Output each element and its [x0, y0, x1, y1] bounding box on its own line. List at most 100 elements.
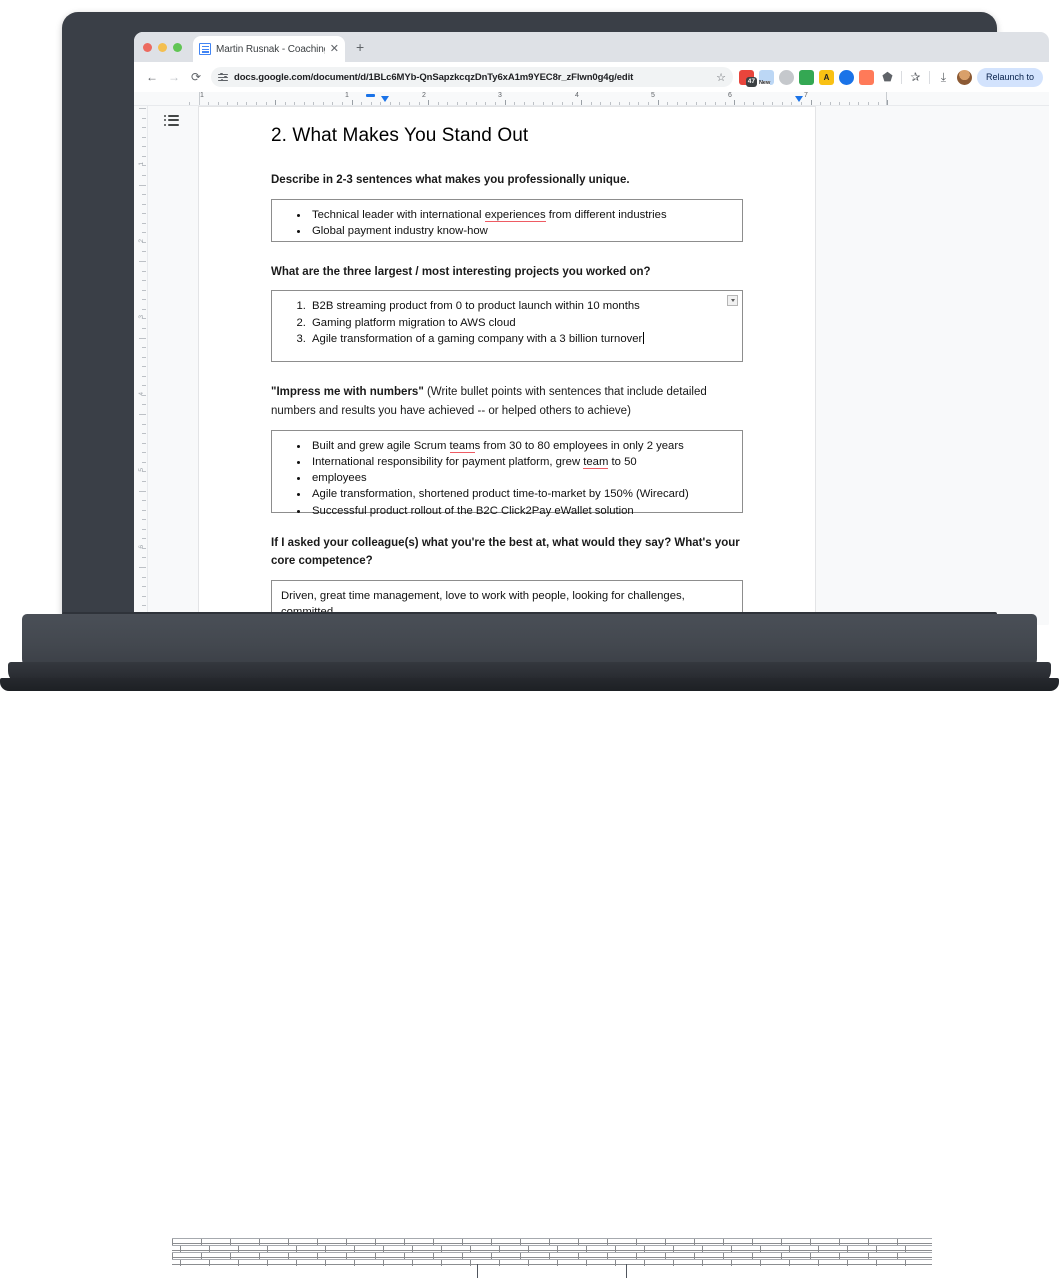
close-window-button[interactable] — [143, 43, 152, 52]
ruler-tick — [619, 102, 621, 105]
ruler-tick — [801, 102, 802, 105]
question-section-competence: If I asked your colleague(s) what you're… — [271, 536, 740, 568]
ruler-tick — [139, 337, 146, 339]
relaunch-button[interactable]: Relaunch to — [976, 67, 1043, 87]
ruler-tick — [887, 100, 889, 105]
horizontal-ruler[interactable]: 1 1 2 3 4 5 6 7 — [134, 92, 1049, 106]
address-bar[interactable]: docs.google.com/document/d/1BLc6MYb-QnSa… — [211, 67, 733, 87]
indent-marker[interactable] — [381, 96, 389, 102]
user-avatar[interactable] — [956, 69, 972, 85]
box-dropdown-icon[interactable] — [727, 295, 738, 307]
ruler-number: 4 — [575, 92, 579, 99]
spellcheck-underline: experiences — [484, 208, 546, 223]
ruler-tick — [686, 102, 688, 105]
ruler-tick — [858, 102, 860, 105]
window-controls — [143, 43, 182, 52]
extension-gray-circle[interactable] — [778, 69, 794, 85]
ruler-tick — [772, 102, 774, 105]
ruler-tick — [139, 414, 146, 415]
laptop-screen: Martin Rusnak - Coaching Wo ✕ + ← → ⟳ do… — [134, 32, 1049, 625]
ruler-number: 3 — [498, 92, 502, 99]
ruler-tick — [275, 100, 277, 105]
ruler-margin-line — [199, 92, 200, 105]
ruler-tick — [142, 404, 146, 406]
document-body[interactable]: 2. What Makes You Stand Out Describe in 2… — [199, 107, 815, 622]
ruler-number: 1 — [138, 162, 145, 166]
ruler-tick — [139, 567, 146, 568]
bookmark-star-icon[interactable]: ☆ — [716, 71, 726, 84]
ruler-tick — [609, 102, 611, 105]
ruler-tick — [514, 102, 516, 105]
keyboard-row — [172, 1252, 932, 1259]
ruler-tick — [142, 519, 146, 521]
ruler-tick — [581, 100, 583, 105]
extensions-puzzle-icon[interactable]: ⬟ — [879, 69, 896, 86]
docs-editor-canvas: 1 1 2 3 4 5 6 7 1 2 3 4 5 6 2. What Makes You Stand … — [134, 92, 1049, 625]
ruler-tick — [791, 102, 793, 105]
document-page[interactable]: 2. What Makes You Stand Out Describe in 2… — [199, 107, 815, 625]
ruler-tick — [142, 595, 146, 597]
downloads-icon[interactable]: ⤓ — [935, 69, 952, 86]
first-line-indent-marker[interactable] — [366, 94, 375, 97]
ruler-tick — [437, 102, 439, 105]
laptop-lid: Martin Rusnak - Coaching Wo ✕ + ← → ⟳ do… — [62, 12, 1049, 625]
ruler-tick — [142, 538, 146, 540]
ruler-tick — [447, 102, 449, 105]
ruler-tick — [638, 102, 640, 105]
google-docs-favicon — [199, 43, 211, 55]
document-outline-toggle[interactable] — [156, 106, 186, 134]
ruler-tick — [370, 102, 372, 105]
new-tab-button[interactable]: + — [356, 40, 364, 54]
extension-new-label[interactable] — [758, 69, 774, 87]
extension-red-counter[interactable] — [738, 69, 757, 87]
maximize-window-button[interactable] — [173, 43, 182, 52]
ruler-tick — [142, 375, 146, 377]
ruler-tick — [142, 605, 146, 607]
minimize-window-button[interactable] — [158, 43, 167, 52]
indent-marker[interactable] — [795, 96, 803, 102]
ruler-tick — [542, 102, 544, 105]
ruler-tick — [466, 102, 468, 105]
back-button[interactable]: ← — [141, 66, 163, 88]
ruler-tick — [877, 102, 879, 105]
ruler-tick — [342, 102, 343, 105]
ruler-number: 2 — [138, 238, 145, 243]
ruler-tick — [142, 576, 146, 578]
list-item: Agile transformation of a gaming company… — [309, 331, 733, 347]
bookmark-manager-icon[interactable]: ✰ — [907, 69, 924, 86]
close-tab-icon[interactable]: ✕ — [330, 43, 339, 55]
ruler-tick — [142, 356, 146, 358]
extension-blue-circle[interactable] — [838, 69, 854, 85]
ruler-tick — [265, 102, 267, 105]
ruler-tick — [743, 102, 745, 105]
browser-tab-active[interactable]: Martin Rusnak - Coaching Wo ✕ — [193, 36, 345, 62]
ruler-tick — [142, 213, 146, 215]
ruler-tick — [142, 308, 146, 310]
ruler-tick — [848, 102, 850, 105]
ruler-tick — [142, 146, 146, 148]
extension-green-box[interactable] — [798, 69, 814, 85]
laptop-trackpad — [477, 1264, 627, 1278]
ruler-tick — [380, 102, 382, 105]
address-bar-url: docs.google.com/document/d/1BLc6MYb-QnSa… — [234, 71, 634, 83]
answer-box-section-projects[interactable]: B2B streaming product from 0 to product … — [271, 290, 743, 363]
forward-button[interactable]: → — [163, 66, 185, 88]
ruler-tick — [142, 194, 146, 196]
ruler-tick — [142, 500, 146, 502]
ruler-tick — [485, 102, 487, 105]
list-item: Built and grew agile Scrum teams from 30… — [309, 438, 733, 454]
question-section-numbers: "Impress me with numbers" (Write bullet … — [271, 386, 707, 417]
site-settings-icon[interactable] — [218, 72, 228, 82]
ruler-tick — [475, 102, 477, 105]
answer-box-section-numbers[interactable]: Built and grew agile Scrum teams from 30… — [271, 429, 743, 517]
answer-box-section-unique[interactable]: Technical leader with international expe… — [271, 198, 743, 242]
extension-orange-hubspot[interactable] — [858, 69, 874, 85]
browser-tabstrip: Martin Rusnak - Coaching Wo ✕ + — [134, 32, 1049, 62]
browser-toolbar: ← → ⟳ docs.google.com/document/d/1BLc6MY… — [134, 62, 1049, 92]
list-item: B2B streaming product from 0 to product … — [309, 298, 733, 314]
reload-button[interactable]: ⟳ — [185, 66, 207, 88]
ruler-tick — [839, 102, 841, 105]
ruler-tick — [142, 232, 146, 234]
ruler-tick — [142, 433, 146, 435]
ruler-tick — [571, 102, 573, 105]
